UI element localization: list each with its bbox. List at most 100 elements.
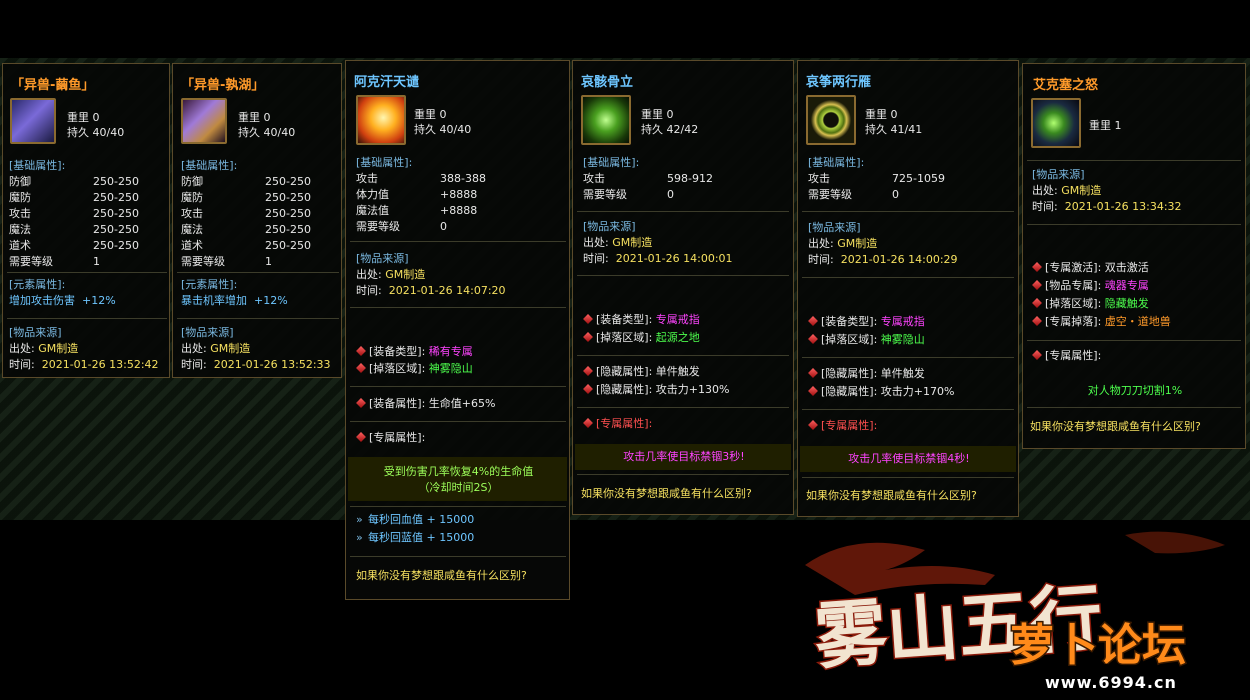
- hidden-attr-1: [隐藏属性]: 单件触发: [583, 364, 700, 380]
- source-header: [物品来源]: [181, 326, 234, 339]
- hidden-attr-2: [隐藏属性]: 攻击力+130%: [583, 382, 729, 398]
- stat-label: 道术: [9, 239, 31, 252]
- hidden-attr-label: [隐藏属性]:: [596, 383, 653, 396]
- stat-value: 598-912: [667, 172, 713, 185]
- stat-row: 需要等级 0: [808, 187, 945, 203]
- time-label: 时间:: [1032, 200, 1058, 213]
- stat-row: 魔防 250-250: [9, 190, 139, 206]
- origin-label: 出处:: [808, 237, 834, 250]
- divider: [577, 211, 789, 212]
- time: 时间: 2021-01-26 13:52:42: [9, 357, 159, 373]
- double-chevron-icon: »: [356, 531, 363, 544]
- origin-value: GM制造: [210, 342, 251, 355]
- stat-row: 道术 250-250: [181, 238, 311, 254]
- regen-mp: » 每秒回蓝值 + 15000: [356, 530, 474, 546]
- skull-ring-icon: [581, 95, 631, 145]
- diamond-bullet-icon: [356, 432, 366, 442]
- hidden-attr-value: 攻击力+130%: [655, 383, 730, 396]
- stat-label: 攻击: [356, 172, 378, 185]
- weight: 重里 0: [641, 108, 674, 121]
- divider: [577, 355, 789, 356]
- item-tooltip-4: 哀骸骨立 重里 0 持久 42/42 [基础属性]: 攻击 598-912 需要等…: [572, 60, 794, 515]
- equip-type: [装备类型]: 专属戒指: [583, 312, 700, 328]
- hidden-attr-2: [隐藏属性]: 攻击力+170%: [808, 384, 954, 400]
- time: 时间: 2021-01-26 13:34:32: [1032, 199, 1182, 215]
- divider: [177, 318, 339, 319]
- diamond-bullet-icon: [583, 418, 593, 428]
- origin: 出处: GM制造: [1032, 183, 1101, 199]
- stat-label: 需要等级: [808, 188, 852, 201]
- stats-list: 攻击 388-388 体力值 +8888 魔法值 +8888 需要等级 0: [356, 171, 486, 235]
- equip-type: [装备类型]: 专属戒指: [808, 314, 925, 330]
- divider: [1027, 160, 1241, 161]
- divider: [350, 556, 566, 557]
- item-title: 「异兽-繭鱼」: [11, 78, 95, 93]
- hidden-attr-1: [隐藏属性]: 单件触发: [808, 366, 925, 382]
- exclusive-attr-label: [专属属性]:: [369, 431, 426, 444]
- durability: 持久 41/41: [865, 123, 923, 136]
- durability: 持久 40/40: [414, 123, 472, 136]
- diamond-bullet-icon: [583, 332, 593, 342]
- divider: [350, 241, 566, 242]
- item-exclusive-label: [物品专属]:: [1045, 279, 1102, 292]
- element-attr-header: [元素属性]:: [9, 278, 66, 291]
- time: 时间: 2021-01-26 14:07:20: [356, 283, 506, 299]
- divider: [577, 407, 789, 408]
- stats-list: 防御 250-250 魔防 250-250 攻击 250-250 魔法 250-250 …: [9, 174, 139, 270]
- time-value: 2021-01-26 13:34:32: [1064, 200, 1182, 213]
- fish-beast-icon: [10, 98, 56, 144]
- origin-label: 出处:: [356, 268, 382, 281]
- hidden-attr-label: [隐藏属性]:: [821, 367, 878, 380]
- stat-value: 250-250: [93, 239, 139, 252]
- divider: [577, 275, 789, 276]
- equip-attr-label: [装备属性]:: [369, 397, 426, 410]
- regen-hp-value: 每秒回血值 + 15000: [368, 513, 475, 526]
- stat-value: 250-250: [93, 191, 139, 204]
- origin-value: GM制造: [1061, 184, 1102, 197]
- item-title: 阿克汗天谴: [354, 75, 420, 90]
- stat-label: 攻击: [808, 172, 830, 185]
- drop-area-value: 神雾隐山: [428, 362, 473, 375]
- stat-label: 攻击: [9, 207, 31, 220]
- divider: [802, 277, 1014, 278]
- source-header: [物品来源]: [356, 252, 409, 265]
- weight: 重里 1: [1089, 119, 1122, 132]
- divider: [802, 357, 1014, 358]
- stat-label: 体力值: [356, 188, 389, 201]
- time-label: 时间:: [9, 358, 35, 371]
- equip-type-label: [装备类型]:: [821, 315, 878, 328]
- diamond-bullet-icon: [1032, 316, 1042, 326]
- drop-area: [掉落区域]: 隐藏触发: [1032, 296, 1149, 312]
- element-attr-value: +12%: [82, 294, 116, 307]
- equip-type-value: 稀有专属: [428, 345, 473, 358]
- stat-value: +8888: [440, 188, 478, 201]
- divider: [7, 318, 167, 319]
- element-attr: 增加攻击伤害 +12%: [9, 293, 116, 309]
- footer-quote: 如果你没有梦想跟咸鱼有什么区别?: [581, 487, 752, 500]
- drop-area-value: 起源之地: [655, 331, 700, 344]
- origin-value: GM制造: [38, 342, 79, 355]
- exclusive-attr: [专属属性]:: [356, 430, 425, 446]
- time-value: 2021-01-26 14:07:20: [388, 284, 506, 297]
- equip-attr: [装备属性]: 生命值+65%: [356, 396, 495, 412]
- origin-value: GM制造: [385, 268, 426, 281]
- weight: 重里 0: [414, 108, 447, 121]
- divider: [802, 409, 1014, 410]
- diamond-bullet-icon: [356, 398, 366, 408]
- exclusive-activate-value: 双击激活: [1104, 261, 1149, 274]
- diamond-bullet-icon: [1032, 350, 1042, 360]
- stat-row: 需要等级 0: [356, 219, 486, 235]
- exclusive-attr-line2: （冷却时间2S）: [418, 481, 499, 494]
- divider: [350, 421, 566, 422]
- stat-value: 725-1059: [892, 172, 945, 185]
- time-label: 时间:: [181, 358, 207, 371]
- time: 时间: 2021-01-26 13:52:33: [181, 357, 331, 373]
- time-value: 2021-01-26 14:00:29: [840, 253, 958, 266]
- item-exclusive-value: 魂器专属: [1104, 279, 1149, 292]
- exclusive-attr: [专属属性]:: [583, 416, 652, 432]
- stat-row: 魔法 250-250: [9, 222, 139, 238]
- stat-row: 需要等级 1: [9, 254, 139, 270]
- regen-mp-value: 每秒回蓝值 + 15000: [368, 531, 475, 544]
- origin-label: 出处:: [9, 342, 35, 355]
- stat-value: 0: [892, 188, 899, 201]
